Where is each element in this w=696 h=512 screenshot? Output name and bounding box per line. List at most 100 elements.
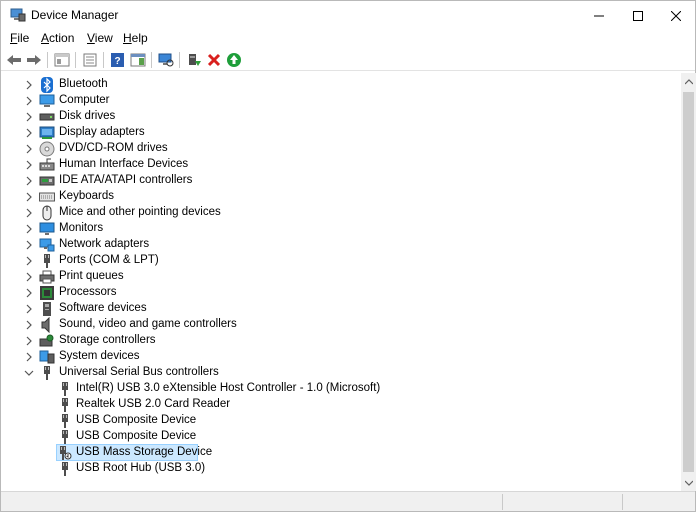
- tree-child-label: USB Mass Storage Device: [76, 446, 213, 458]
- tree-item-print-queues[interactable]: Print queues: [1, 269, 681, 285]
- uninstall-icon[interactable]: [205, 51, 223, 69]
- scroll-down-button[interactable]: [681, 474, 696, 491]
- tree-item-label: Keyboards: [59, 190, 114, 202]
- tree-child-label: USB Composite Device: [76, 430, 197, 442]
- chevron-right-icon[interactable]: [24, 192, 34, 202]
- chevron-right-icon[interactable]: [24, 256, 34, 266]
- chevron-right-icon[interactable]: [24, 160, 34, 170]
- menu-file[interactable]: File: [10, 31, 29, 45]
- tree-item-label: Processors: [59, 286, 117, 298]
- tree-item-label: Monitors: [59, 222, 104, 234]
- tree-item-software-devices[interactable]: Software devices: [1, 301, 681, 317]
- tree-item-mice[interactable]: Mice and other pointing devices: [1, 205, 681, 221]
- chevron-down-icon[interactable]: [24, 368, 34, 378]
- tree-item-label: Universal Serial Bus controllers: [59, 366, 219, 378]
- title-bar[interactable]: Device Manager: [1, 1, 695, 30]
- tree-item-dvd-cd-rom-drives[interactable]: DVD/CD-ROM drives: [1, 141, 681, 157]
- tree-child-label: Realtek USB 2.0 Card Reader: [76, 398, 231, 410]
- network-icon: [39, 237, 55, 253]
- chevron-right-icon[interactable]: [24, 224, 34, 234]
- chevron-right-icon[interactable]: [24, 96, 34, 106]
- tree-item-keyboards[interactable]: Keyboards: [1, 189, 681, 205]
- chevron-right-icon[interactable]: [24, 80, 34, 90]
- chevron-right-icon[interactable]: [24, 240, 34, 250]
- chevron-right-icon[interactable]: [24, 112, 34, 122]
- tree-item-label: IDE ATA/ATAPI controllers: [59, 174, 193, 186]
- chevron-right-icon[interactable]: [24, 208, 34, 218]
- tree-item-bluetooth[interactable]: Bluetooth: [1, 77, 681, 93]
- tree-item-disk-drives[interactable]: Disk drives: [1, 109, 681, 125]
- tree-item-ports[interactable]: Ports (COM & LPT): [1, 253, 681, 269]
- usb-device-icon: [57, 413, 73, 429]
- tree-item-network-adapters[interactable]: Network adapters: [1, 237, 681, 253]
- window-title: Device Manager: [31, 8, 119, 22]
- tree-item-sound-video-game-controllers[interactable]: Sound, video and game controllers: [1, 317, 681, 333]
- tree-child-usb-composite-device[interactable]: USB Composite Device: [1, 429, 681, 445]
- scrollbar-thumb[interactable]: [683, 92, 694, 472]
- chevron-right-icon[interactable]: [24, 272, 34, 282]
- system-device-icon: [39, 349, 55, 365]
- tree-child-realtek-card-reader[interactable]: Realtek USB 2.0 Card Reader: [1, 397, 681, 413]
- back-icon[interactable]: [5, 51, 23, 69]
- bluetooth-icon: [39, 77, 55, 93]
- usb-device-icon: [57, 397, 73, 413]
- status-separator: [502, 494, 503, 510]
- chevron-right-icon[interactable]: [24, 352, 34, 362]
- device-manager-app-icon: [10, 8, 26, 22]
- properties-pane-icon[interactable]: [53, 51, 71, 69]
- tree-item-usb-controllers[interactable]: Universal Serial Bus controllers: [1, 365, 681, 381]
- chevron-right-icon[interactable]: [24, 304, 34, 314]
- tree-item-ide-ata-atapi-controllers[interactable]: IDE ATA/ATAPI controllers: [1, 173, 681, 189]
- tree-item-label: Network adapters: [59, 238, 150, 250]
- tree-item-label: Storage controllers: [59, 334, 156, 346]
- tree-item-label: Computer: [59, 94, 110, 106]
- chevron-right-icon[interactable]: [24, 176, 34, 186]
- menu-action[interactable]: Action: [41, 31, 74, 45]
- tree-item-storage-controllers[interactable]: Storage controllers: [1, 333, 681, 349]
- menu-bar: File Action View Help: [1, 30, 695, 48]
- chevron-right-icon[interactable]: [24, 320, 34, 330]
- tree-child-intel-usb-host-controller[interactable]: Intel(R) USB 3.0 eXtensible Host Control…: [1, 381, 681, 397]
- menu-help[interactable]: Help: [123, 31, 148, 45]
- forward-icon[interactable]: [25, 51, 43, 69]
- storage-controller-icon: [39, 333, 55, 349]
- tree-item-processors[interactable]: Processors: [1, 285, 681, 301]
- update-driver-icon[interactable]: [185, 51, 203, 69]
- port-icon: [39, 253, 55, 269]
- chevron-right-icon[interactable]: [24, 144, 34, 154]
- help-icon[interactable]: ?: [109, 51, 127, 69]
- device-tree: Bluetooth Computer Disk drives Display a…: [1, 73, 681, 491]
- close-button[interactable]: [653, 1, 696, 30]
- tree-item-system-devices[interactable]: System devices: [1, 349, 681, 365]
- tree-item-human-interface-devices[interactable]: Human Interface Devices: [1, 157, 681, 173]
- device-manager-window: Device Manager File Action View Help ? B…: [0, 0, 696, 512]
- enable-device-icon[interactable]: [225, 51, 243, 69]
- tree-child-label: USB Root Hub (USB 3.0): [76, 462, 206, 474]
- software-device-icon: [39, 301, 55, 317]
- vertical-scrollbar[interactable]: [681, 73, 696, 491]
- tree-child-usb-mass-storage-device[interactable]: USB Mass Storage Device: [1, 444, 681, 461]
- action-pane-icon[interactable]: [129, 51, 147, 69]
- scroll-up-button[interactable]: [681, 73, 696, 90]
- tree-item-display-adapters[interactable]: Display adapters: [1, 125, 681, 141]
- tree-item-computer[interactable]: Computer: [1, 93, 681, 109]
- menu-view[interactable]: View: [87, 31, 113, 45]
- chevron-right-icon[interactable]: [24, 288, 34, 298]
- display-adapter-icon: [39, 125, 55, 141]
- menu-view-accel: V: [87, 31, 95, 45]
- sound-icon: [39, 317, 55, 333]
- properties-icon[interactable]: [81, 51, 99, 69]
- chevron-right-icon[interactable]: [24, 128, 34, 138]
- menu-action-accel: A: [41, 31, 50, 45]
- processor-icon: [39, 285, 55, 301]
- tree-child-usb-composite-device[interactable]: USB Composite Device: [1, 413, 681, 429]
- status-separator: [622, 494, 623, 510]
- scan-hardware-icon[interactable]: [157, 51, 175, 69]
- tree-item-monitors[interactable]: Monitors: [1, 221, 681, 237]
- tree-child-usb-root-hub[interactable]: USB Root Hub (USB 3.0): [1, 461, 681, 477]
- monitor-icon: [39, 221, 55, 237]
- chevron-right-icon[interactable]: [24, 336, 34, 346]
- computer-icon: [39, 93, 55, 109]
- status-bar: [1, 491, 695, 511]
- keyboard-icon: [39, 189, 55, 205]
